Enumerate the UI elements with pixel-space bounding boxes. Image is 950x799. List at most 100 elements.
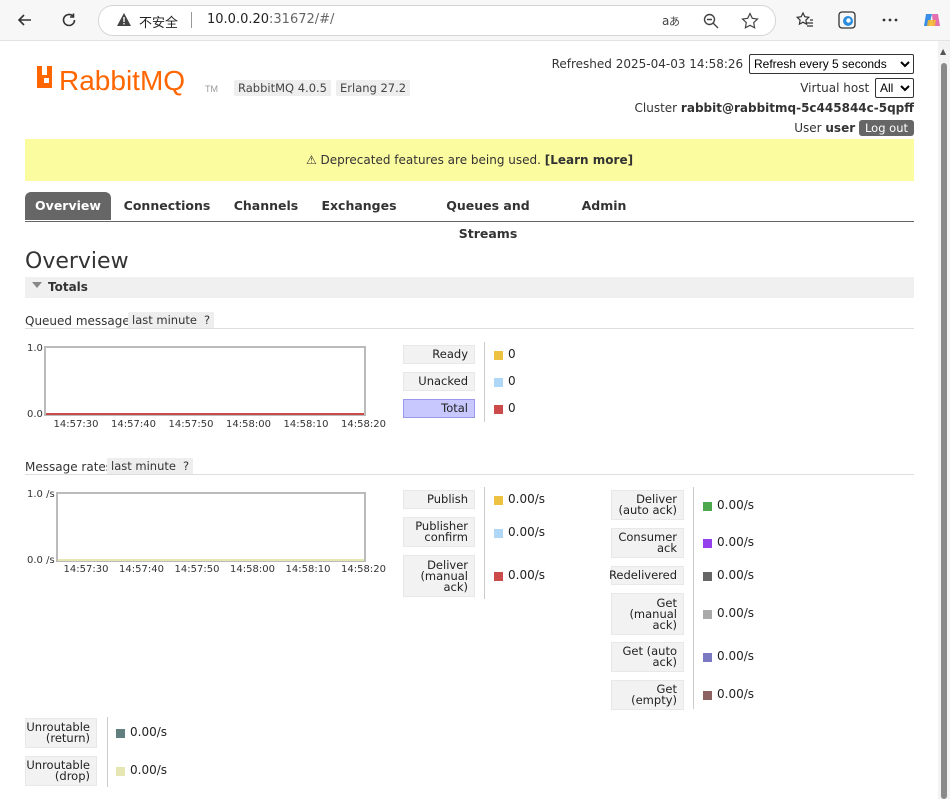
tab-admin[interactable]: Admin (573, 192, 635, 220)
legend-value: 0.00/s (717, 568, 755, 582)
queued-plot-area (44, 346, 366, 416)
legend-swatch (703, 502, 712, 511)
tab-connections[interactable]: Connections (121, 192, 213, 220)
address-bar[interactable]: 不安全 10.0.0.20:31672/#/ aあ (98, 5, 776, 36)
queued-x-axis: 14:57:30 14:57:40 14:57:50 14:58:00 14:58:10… (54, 419, 386, 430)
totals-toggle[interactable]: Totals (25, 277, 914, 298)
deprecation-banner: ⚠ Deprecated features are being used. [L… (25, 139, 914, 181)
legend-label[interactable]: Deliver (manual ack) (403, 555, 475, 597)
x-tick-label: 14:57:30 (54, 419, 99, 430)
learn-more-link[interactable]: [Learn more] (545, 153, 633, 167)
url-separator (191, 12, 192, 28)
rates-y-bottom-label: 0.0 /s (27, 555, 55, 566)
rates-x-axis: 14:57:30 14:57:40 14:57:50 14:58:00 14:58:10… (64, 564, 386, 575)
x-tick-label: 14:58:00 (226, 419, 271, 430)
legend-label[interactable]: Consumer ack (611, 528, 684, 558)
rates-help-button[interactable]: ? (179, 458, 194, 474)
legend-swatch (116, 729, 125, 738)
x-tick-label: 14:57:50 (169, 419, 214, 430)
tab-exchanges[interactable]: Exchanges (317, 192, 401, 220)
edge-collections-icon[interactable] (834, 7, 860, 33)
rates-range-button[interactable]: last minute (107, 458, 180, 474)
legend-label[interactable]: Unroutable (drop) (25, 756, 97, 786)
queued-help-button[interactable]: ? (200, 312, 215, 328)
x-tick-label: 14:58:20 (341, 419, 386, 430)
legend-label[interactable]: Publisher confirm (403, 517, 475, 547)
reload-icon[interactable] (56, 7, 82, 33)
legend-label[interactable]: Ready (403, 345, 475, 364)
rates-legend-divider-bottom (107, 717, 108, 787)
legend-swatch (703, 539, 712, 548)
rates-legend-divider-left (484, 487, 485, 599)
virtual-host-select[interactable]: All (875, 78, 914, 98)
logo-trademark: TM (205, 84, 218, 94)
legend-value: 0.00/s (717, 687, 755, 701)
x-tick-label: 14:58:10 (284, 419, 329, 430)
user-label: User (794, 121, 822, 135)
banner-text: ⚠ Deprecated features are being used. (305, 153, 541, 167)
favorite-star-icon[interactable] (741, 12, 759, 30)
back-icon[interactable] (12, 7, 38, 33)
insecure-label: 不安全 (139, 16, 179, 31)
refreshed-label: Refreshed 2025-04-03 14:58:26 (551, 57, 744, 71)
legend-swatch (494, 405, 503, 414)
legend-value: 0 (508, 347, 516, 361)
cluster-name: rabbit@rabbitmq-5c445844c-5qpff (680, 101, 914, 115)
legend-label[interactable]: Publish (403, 490, 475, 509)
legend-value: 0.00/s (717, 535, 755, 549)
queued-range-button[interactable]: last minute (128, 312, 201, 328)
main-tabs: Overview Connections Channels Exchanges … (25, 192, 914, 241)
rabbitmq-logo[interactable]: RabbitMQ TM (35, 62, 235, 99)
page-scrollbar[interactable]: ▲ (938, 41, 950, 799)
url-text: 10.0.0.20:31672/#/ (207, 12, 334, 27)
virtual-host-label: Virtual host (800, 81, 870, 95)
legend-value: 0.00/s (508, 492, 546, 506)
x-tick-label: 14:57:40 (119, 564, 164, 575)
rates-plot-area (56, 492, 366, 562)
cluster-row: Cluster rabbit@rabbitmq-5c445844c-5qpff (635, 101, 915, 115)
totals-label: Totals (48, 280, 88, 294)
tab-channels[interactable]: Channels (227, 192, 305, 220)
read-aloud-icon[interactable]: aあ (661, 12, 680, 30)
copilot-icon[interactable] (919, 7, 945, 33)
tab-overview[interactable]: Overview (25, 192, 111, 220)
legend-value: 0.00/s (717, 606, 755, 620)
legend-label[interactable]: Get (manual ack) (611, 593, 684, 635)
refresh-interval-select[interactable]: Refresh every 5 seconds (749, 54, 914, 74)
legend-label[interactable]: Unacked (403, 372, 475, 391)
legend-value: 0 (508, 401, 516, 415)
legend-label[interactable]: Get (empty) (611, 680, 684, 710)
warning-icon (116, 12, 132, 30)
svg-text:あ: あ (669, 15, 679, 28)
legend-value: 0.00/s (717, 649, 755, 663)
legend-swatch (494, 529, 503, 538)
legend-label[interactable]: Total (403, 399, 475, 418)
favorites-icon[interactable] (792, 7, 818, 33)
queued-messages-chart: 1.0 0.0 14:57:30 14:57:40 14:57:50 14:58:00… (27, 343, 386, 430)
logout-button[interactable]: Log out (858, 120, 914, 136)
legend-value: 0.00/s (717, 498, 755, 512)
legend-value: 0.00/s (130, 725, 168, 739)
legend-label[interactable]: Redelivered (609, 566, 684, 585)
legend-swatch (703, 610, 712, 619)
x-tick-label: 14:57:40 (111, 419, 156, 430)
legend-label[interactable]: Unroutable (return) (25, 718, 97, 748)
scrollbar-thumb[interactable] (941, 63, 947, 799)
legend-label[interactable]: Get (auto ack) (611, 642, 684, 672)
legend-label[interactable]: Deliver (auto ack) (611, 490, 684, 520)
legend-swatch (703, 572, 712, 581)
url-path: :31672/#/ (269, 12, 335, 27)
message-rates-chart: 1.0 /s 0.0 /s 14:57:30 14:57:40 14:57:50 14… (27, 489, 386, 575)
tab-queues-and-streams[interactable]: Queues and Streams (417, 192, 559, 241)
refresh-row: Refreshed 2025-04-03 14:58:26 Refresh ev… (552, 54, 914, 74)
scroll-up-icon[interactable]: ▲ (940, 47, 946, 56)
vhost-row: Virtual host All (800, 78, 914, 98)
erlang-version: Erlang 27.2 (336, 80, 411, 96)
queued-messages-header: Queued messages last minute ? (25, 312, 914, 329)
page-title: Overview (25, 249, 129, 274)
zoom-out-icon[interactable] (702, 12, 720, 30)
legend-value: 0.00/s (130, 763, 168, 777)
more-menu-icon[interactable] (877, 7, 903, 33)
queued-messages-title: Queued messages (25, 314, 137, 328)
x-tick-label: 14:58:20 (341, 564, 386, 575)
